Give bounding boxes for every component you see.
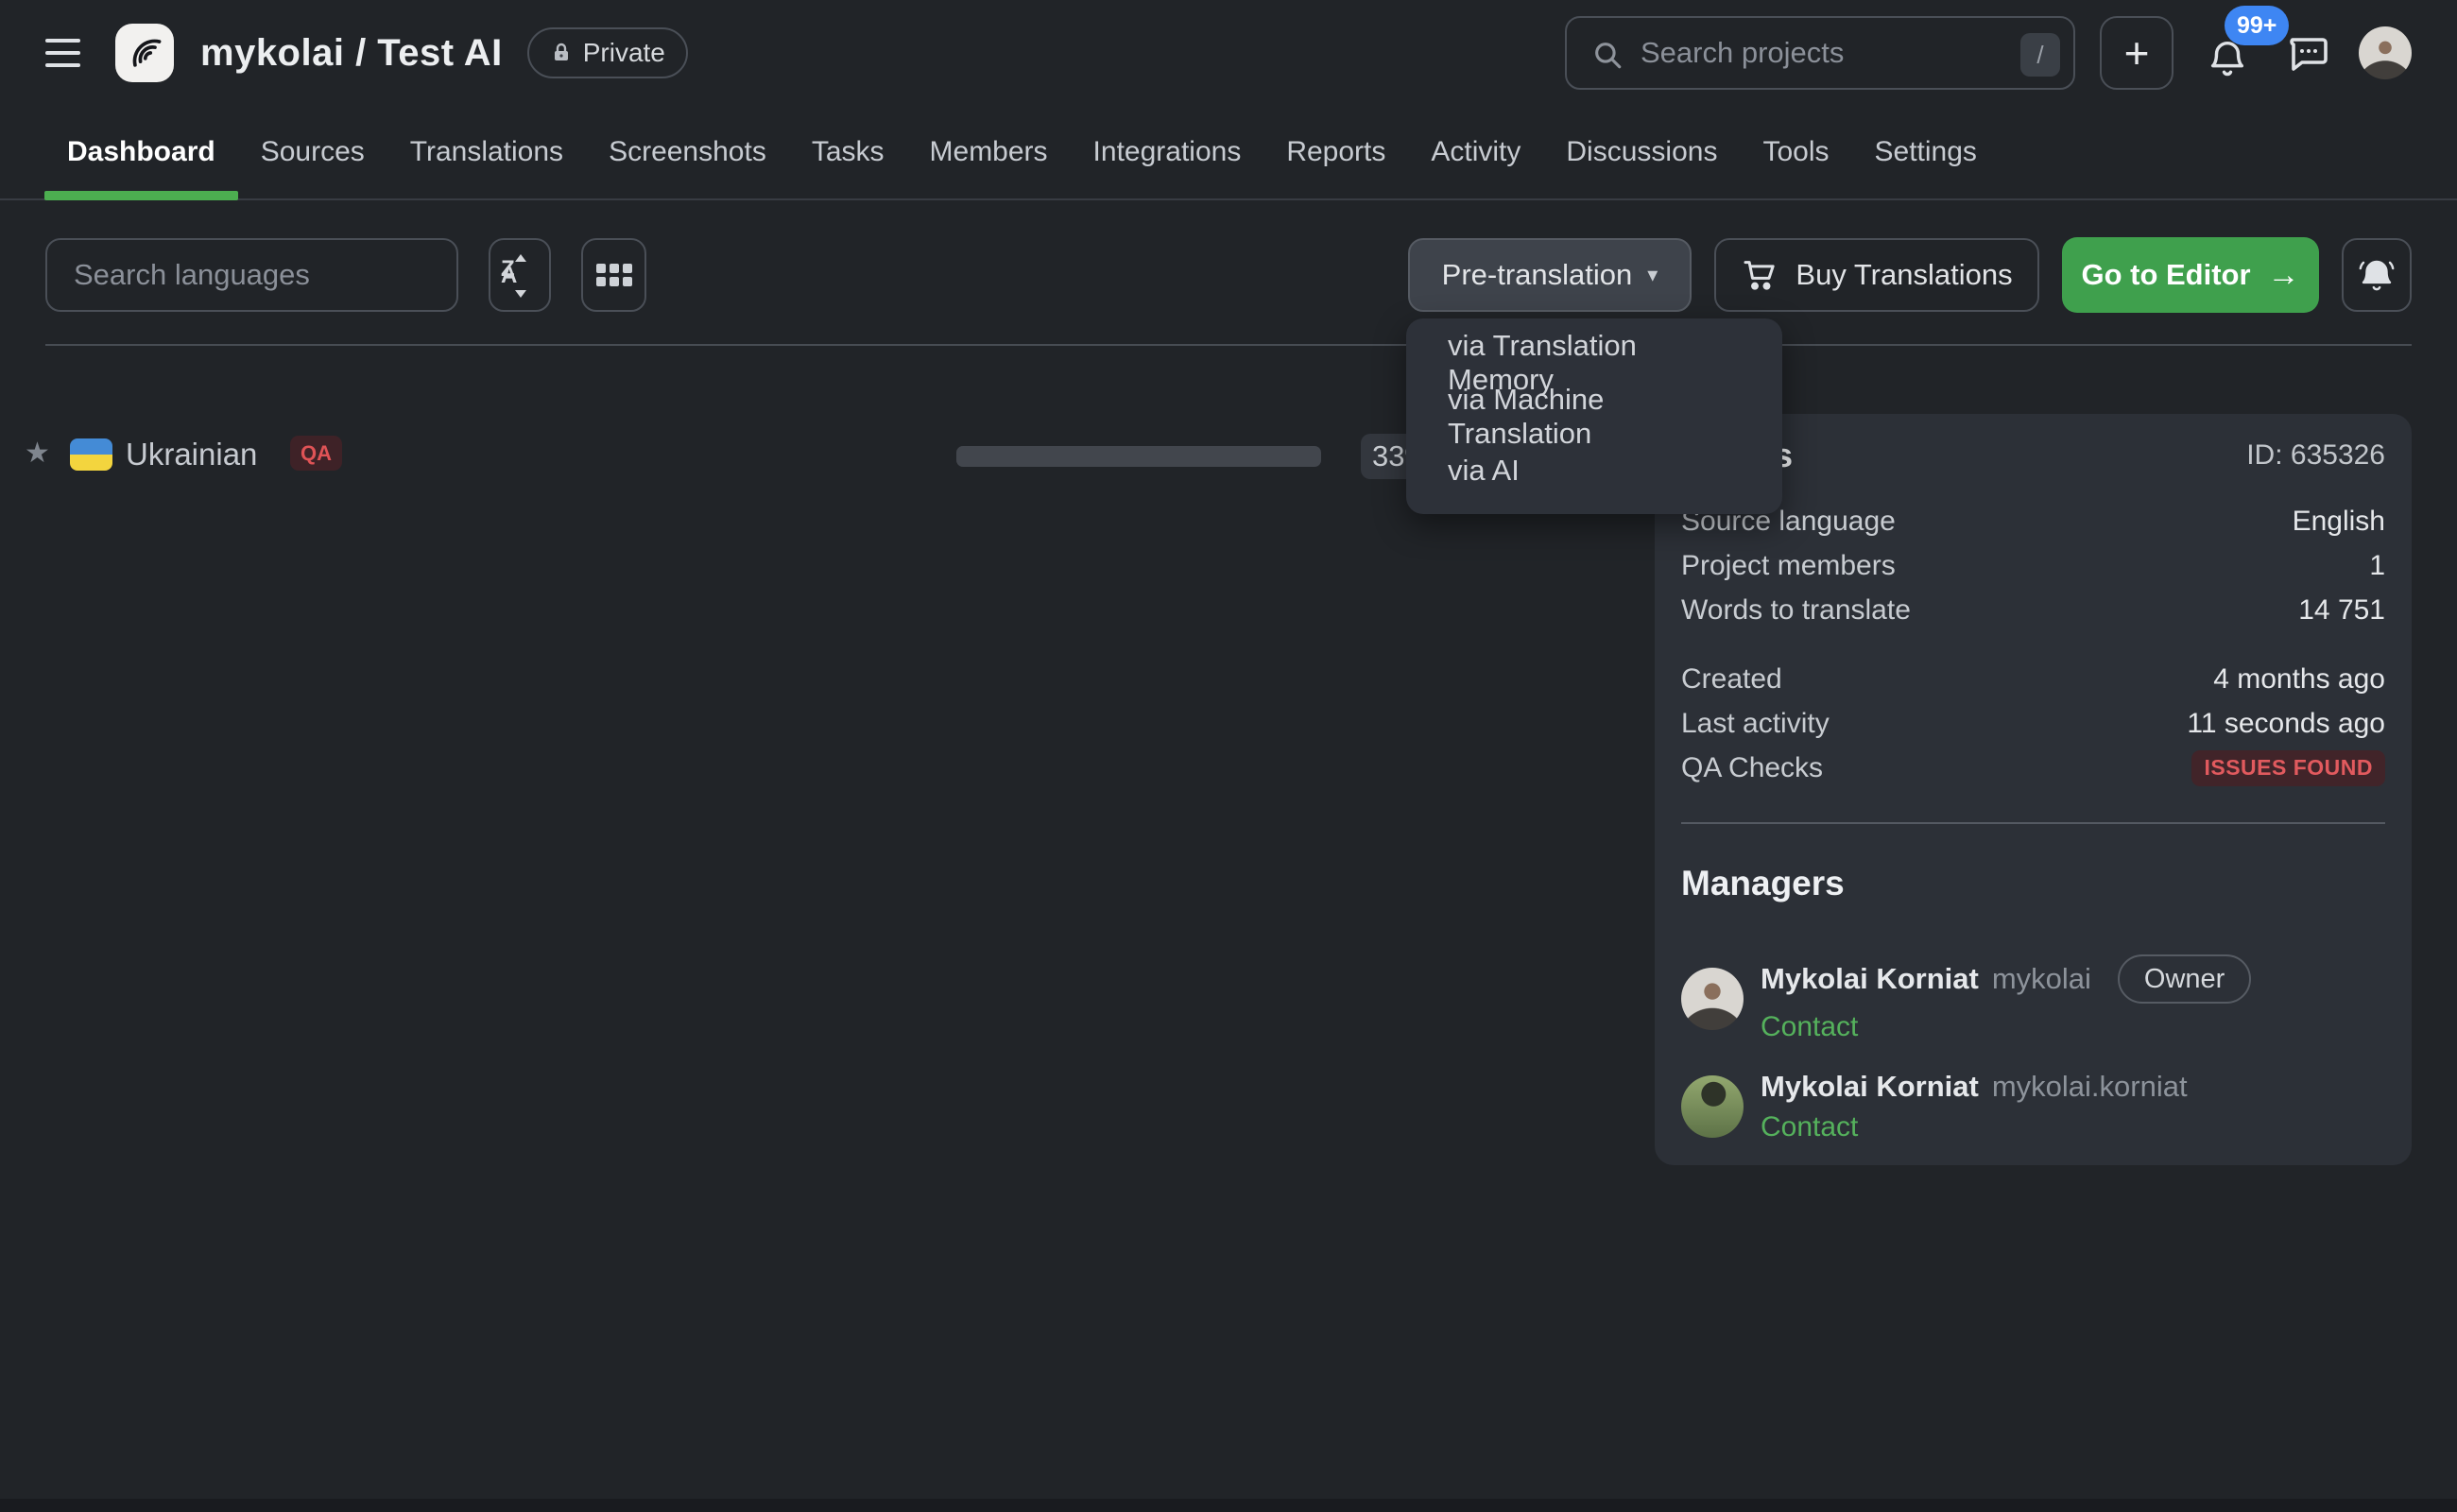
bottom-edge <box>0 1499 2457 1512</box>
tab-integrations[interactable]: Integrations <box>1071 106 1264 198</box>
menu-item-via-translation-memory[interactable]: via Translation Memory <box>1406 335 1782 389</box>
language-name[interactable]: Ukrainian <box>126 437 257 472</box>
manager-handle: mykolai.korniat <box>1992 1070 2188 1104</box>
manager-contact-link[interactable]: Contact <box>1761 1111 2188 1143</box>
manager-name[interactable]: Mykolai Korniat <box>1761 962 1979 996</box>
stat-row-words-to-translate: Words to translate 14 751 <box>1681 588 2385 632</box>
stat-row-project-members: Project members 1 <box>1681 543 2385 588</box>
go-to-editor-label: Go to Editor <box>2081 258 2250 292</box>
project-title: mykolai / Test AI <box>200 32 503 75</box>
private-badge: Private <box>527 27 688 78</box>
manager-name[interactable]: Mykolai Korniat <box>1761 1070 1979 1104</box>
translation-progress-bar <box>956 446 1321 467</box>
crowdin-project-dashboard: mykolai / Test AI Private / + 99+ <box>0 0 2457 1512</box>
tab-settings[interactable]: Settings <box>1852 106 2000 198</box>
lock-icon <box>550 42 573 64</box>
search-input[interactable] <box>1567 18 2073 88</box>
stat-row-created: Created 4 months ago <box>1681 657 2385 701</box>
manager-row: Mykolai Korniat mykolai.korniat Contact <box>1681 1070 2385 1143</box>
hamburger-menu-icon[interactable] <box>45 28 94 77</box>
crowdin-logo[interactable] <box>115 24 174 82</box>
arrow-right-icon: → <box>2268 257 2300 294</box>
chat-bubble-icon <box>2285 30 2330 76</box>
project-search: / <box>1565 16 2075 90</box>
stat-row-last-activity: Last activity 11 seconds ago <box>1681 701 2385 746</box>
go-to-editor-button[interactable]: Go to Editor → <box>2062 237 2319 313</box>
project-id: ID: 635326 <box>2246 439 2385 472</box>
bell-ring-icon <box>2357 255 2397 295</box>
buy-translations-button[interactable]: Buy Translations <box>1714 238 2039 312</box>
details-panel: Details ID: 635326 Source language Engli… <box>1655 414 2412 1165</box>
tab-activity[interactable]: Activity <box>1408 106 1543 198</box>
qa-issues-badge[interactable]: QA <box>290 436 342 471</box>
tab-tools[interactable]: Tools <box>1740 106 1851 198</box>
chevron-down-icon: ▾ <box>1647 263 1658 287</box>
tab-screenshots[interactable]: Screenshots <box>586 106 789 198</box>
tab-dashboard[interactable]: Dashboard <box>44 106 238 198</box>
top-bar: mykolai / Test AI Private / + 99+ <box>0 0 2457 106</box>
tab-reports[interactable]: Reports <box>1263 106 1408 198</box>
manager-row: Mykolai Korniat mykolai Owner Contact <box>1681 954 2385 1043</box>
owner-role-badge: Owner <box>2118 954 2251 1004</box>
tab-discussions[interactable]: Discussions <box>1543 106 1740 198</box>
sort-alphabetically-button[interactable]: AZ <box>489 238 551 312</box>
project-nav-tabs: Dashboard Sources Translations Screensho… <box>0 106 2457 200</box>
tab-sources[interactable]: Sources <box>238 106 387 198</box>
grid-view-button[interactable] <box>581 238 646 312</box>
favorite-star-icon[interactable]: ★ <box>25 437 50 470</box>
issues-found-badge[interactable]: ISSUES FOUND <box>2191 750 2385 786</box>
language-notifications-button[interactable] <box>2342 238 2412 312</box>
language-row-ukrainian[interactable]: ★ Ukrainian QA 33% <box>0 414 1625 499</box>
private-badge-label: Private <box>583 38 665 68</box>
notifications-button[interactable]: 99+ <box>2206 25 2257 81</box>
manager-avatar[interactable] <box>1681 968 1744 1030</box>
notification-count-badge: 99+ <box>2225 6 2289 45</box>
pre-translation-menu: via Translation Memory via Machine Trans… <box>1406 318 1782 514</box>
list-top-border <box>45 344 2412 346</box>
cart-icon <box>1741 256 1778 294</box>
pre-translation-dropdown-button[interactable]: Pre-translation ▾ <box>1408 238 1692 312</box>
tab-translations[interactable]: Translations <box>387 106 586 198</box>
managers-heading: Managers <box>1681 864 2385 903</box>
sort-az-icon: AZ <box>501 256 539 294</box>
slash-shortcut-key: / <box>2020 33 2060 77</box>
tab-tasks[interactable]: Tasks <box>789 106 907 198</box>
pre-translation-label: Pre-translation <box>1442 258 1633 292</box>
user-avatar[interactable] <box>2359 26 2412 79</box>
details-divider <box>1681 822 2385 824</box>
buy-translations-label: Buy Translations <box>1796 258 2012 292</box>
dashboard-toolbar: AZ Pre-translation ▾ Buy Translations Go… <box>45 238 2412 312</box>
tab-members[interactable]: Members <box>907 106 1071 198</box>
messages-button[interactable] <box>2285 30 2330 76</box>
create-project-button[interactable]: + <box>2100 16 2174 90</box>
crowdin-bird-icon <box>124 32 165 74</box>
manager-avatar[interactable] <box>1681 1075 1744 1138</box>
ukraine-flag-icon <box>70 438 112 471</box>
manager-handle: mykolai <box>1992 962 2091 996</box>
menu-item-via-machine-translation[interactable]: via Machine Translation <box>1406 389 1782 443</box>
menu-item-via-ai[interactable]: via AI <box>1406 443 1782 497</box>
manager-contact-link[interactable]: Contact <box>1761 1011 2251 1043</box>
grid-view-icon <box>596 264 632 286</box>
search-icon <box>1591 39 1624 71</box>
stat-row-source-language: Source language English <box>1681 499 2385 543</box>
stat-row-qa-checks: QA Checks ISSUES FOUND <box>1681 746 2385 790</box>
language-search-input[interactable] <box>45 238 458 312</box>
